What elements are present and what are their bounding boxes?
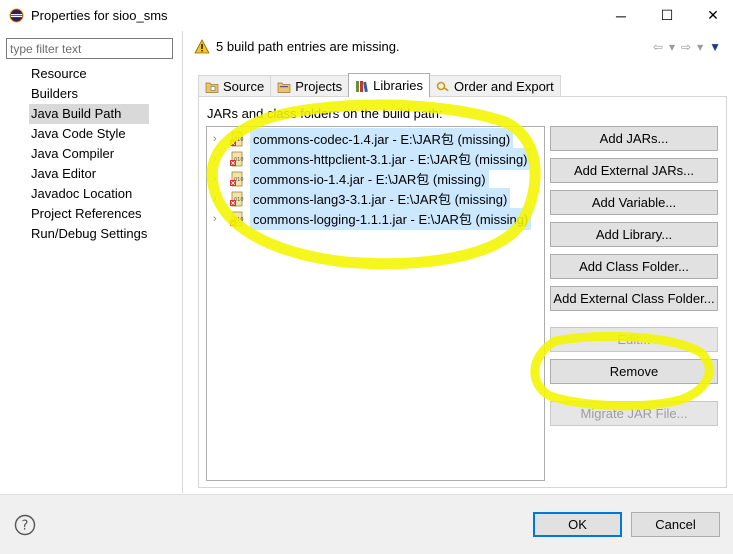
view-menu-icon[interactable]: ▼ [709, 40, 721, 54]
jar-entry-label: commons-codec-1.4.jar - E:\JAR包 (missing… [250, 128, 514, 150]
tab-order-and-export[interactable]: Order and Export [429, 75, 561, 97]
sidebar-item-java-build-path[interactable]: Java Build Path [29, 104, 150, 124]
add-library-button[interactable]: Add Library... [550, 222, 718, 247]
forward-dropdown-icon[interactable]: ▾ [697, 40, 703, 54]
tab-source[interactable]: Source [198, 75, 272, 97]
edit-button[interactable]: Edit... [550, 327, 718, 352]
tab-order-export-label: Order and Export [454, 79, 554, 94]
filter-input[interactable] [6, 38, 173, 59]
title-bar: Properties for sioo_sms ─ ☐ ✕ [0, 0, 733, 31]
expand-chevron-icon[interactable]: › [213, 153, 227, 165]
expand-chevron-icon[interactable]: › [213, 133, 227, 145]
tree-row[interactable]: › 010 commons-logging-1.1.1.jar - E:\JAR… [207, 208, 532, 230]
tree-row[interactable]: › 010 commons-httpclient-3.1.jar - E:\JA… [207, 148, 531, 170]
tree-row[interactable]: › 010 commons-lang3-3.1.jar - E:\JAR包 (m… [207, 188, 511, 210]
content-pane: 5 build path entries are missing. ⇦ ▾ ⇨ … [184, 31, 733, 493]
add-jars-button[interactable]: Add JARs... [550, 126, 718, 151]
source-folder-icon [205, 82, 219, 93]
order-export-icon [436, 81, 449, 91]
svg-text:?: ? [22, 519, 29, 534]
sidebar-item-java-editor[interactable]: Java Editor [29, 164, 149, 184]
missing-jar-icon: 010 [230, 171, 244, 187]
dialog-footer: ? OK Cancel [0, 494, 733, 554]
help-icon[interactable]: ? [14, 514, 36, 536]
libraries-label: JARs and class folders on the build path… [207, 106, 443, 121]
sidebar-item-java-code-style[interactable]: Java Code Style [29, 124, 149, 144]
minimize-button[interactable]: ─ [598, 0, 644, 31]
expand-chevron-icon[interactable]: › [213, 213, 227, 225]
add-external-class-folder-button[interactable]: Add External Class Folder... [550, 286, 718, 311]
window-title: Properties for sioo_sms [31, 8, 168, 23]
sidebar-tree: Resource Builders Java Build Path Java C… [29, 64, 150, 244]
sidebar-item-run-debug-settings[interactable]: Run/Debug Settings [29, 224, 149, 244]
jar-entry-label: commons-io-1.4.jar - E:\JAR包 (missing) [250, 168, 489, 190]
tab-projects-label: Projects [295, 79, 343, 94]
ok-button[interactable]: OK [533, 512, 622, 537]
back-arrow-icon[interactable]: ⇦ [653, 40, 663, 54]
expand-chevron-icon[interactable]: › [213, 193, 227, 205]
missing-jar-icon: 010 [230, 211, 244, 227]
missing-jar-icon: 010 [230, 131, 244, 147]
tab-libraries[interactable]: Libraries [348, 73, 431, 97]
add-variable-button[interactable]: Add Variable... [550, 190, 718, 215]
projects-icon [277, 82, 291, 93]
expand-chevron-icon[interactable]: › [213, 173, 227, 185]
sidebar: Resource Builders Java Build Path Java C… [0, 31, 183, 493]
maximize-button[interactable]: ☐ [644, 0, 690, 31]
add-class-folder-button[interactable]: Add Class Folder... [550, 254, 718, 279]
libraries-icon [356, 80, 369, 92]
jar-entry-label: commons-lang3-3.1.jar - E:\JAR包 (missing… [250, 188, 511, 210]
migrate-jar-button[interactable]: Migrate JAR File... [550, 401, 718, 426]
tab-projects[interactable]: Projects [270, 75, 350, 97]
warning-message: 5 build path entries are missing. [216, 39, 400, 54]
sidebar-item-project-references[interactable]: Project References [29, 204, 149, 224]
jar-entry-label: commons-logging-1.1.1.jar - E:\JAR包 (mis… [250, 208, 532, 230]
back-dropdown-icon[interactable]: ▾ [669, 40, 675, 54]
add-external-jars-button[interactable]: Add External JARs... [550, 158, 718, 183]
libraries-panel: JARs and class folders on the build path… [198, 96, 727, 488]
sidebar-item-java-compiler[interactable]: Java Compiler [29, 144, 149, 164]
jar-tree[interactable]: › 010 commons-codec-1.4.jar - E:\JAR包 (m… [206, 126, 545, 481]
tree-row[interactable]: › 010 commons-codec-1.4.jar - E:\JAR包 (m… [207, 128, 514, 150]
tab-libraries-label: Libraries [373, 78, 424, 93]
close-button[interactable]: ✕ [690, 0, 733, 31]
cancel-button[interactable]: Cancel [631, 512, 720, 537]
tab-source-label: Source [223, 79, 265, 94]
history-nav: ⇦ ▾ ⇨ ▾ ▼ [653, 40, 721, 54]
missing-jar-icon: 010 [230, 151, 244, 167]
eclipse-icon [9, 8, 24, 23]
sidebar-item-resource[interactable]: Resource [29, 64, 149, 84]
tree-row[interactable]: › 010 commons-io-1.4.jar - E:\JAR包 (miss… [207, 168, 489, 190]
sidebar-item-builders[interactable]: Builders [29, 84, 149, 104]
sidebar-item-javadoc-location[interactable]: Javadoc Location [29, 184, 149, 204]
warning-triangle-icon [194, 39, 210, 54]
missing-jar-icon: 010 [230, 191, 244, 207]
tab-bar: Source Projects Libraries Order and Expo… [198, 73, 561, 97]
forward-arrow-icon[interactable]: ⇨ [681, 40, 691, 54]
jar-entry-label: commons-httpclient-3.1.jar - E:\JAR包 (mi… [250, 148, 531, 170]
remove-button[interactable]: Remove [550, 359, 718, 384]
